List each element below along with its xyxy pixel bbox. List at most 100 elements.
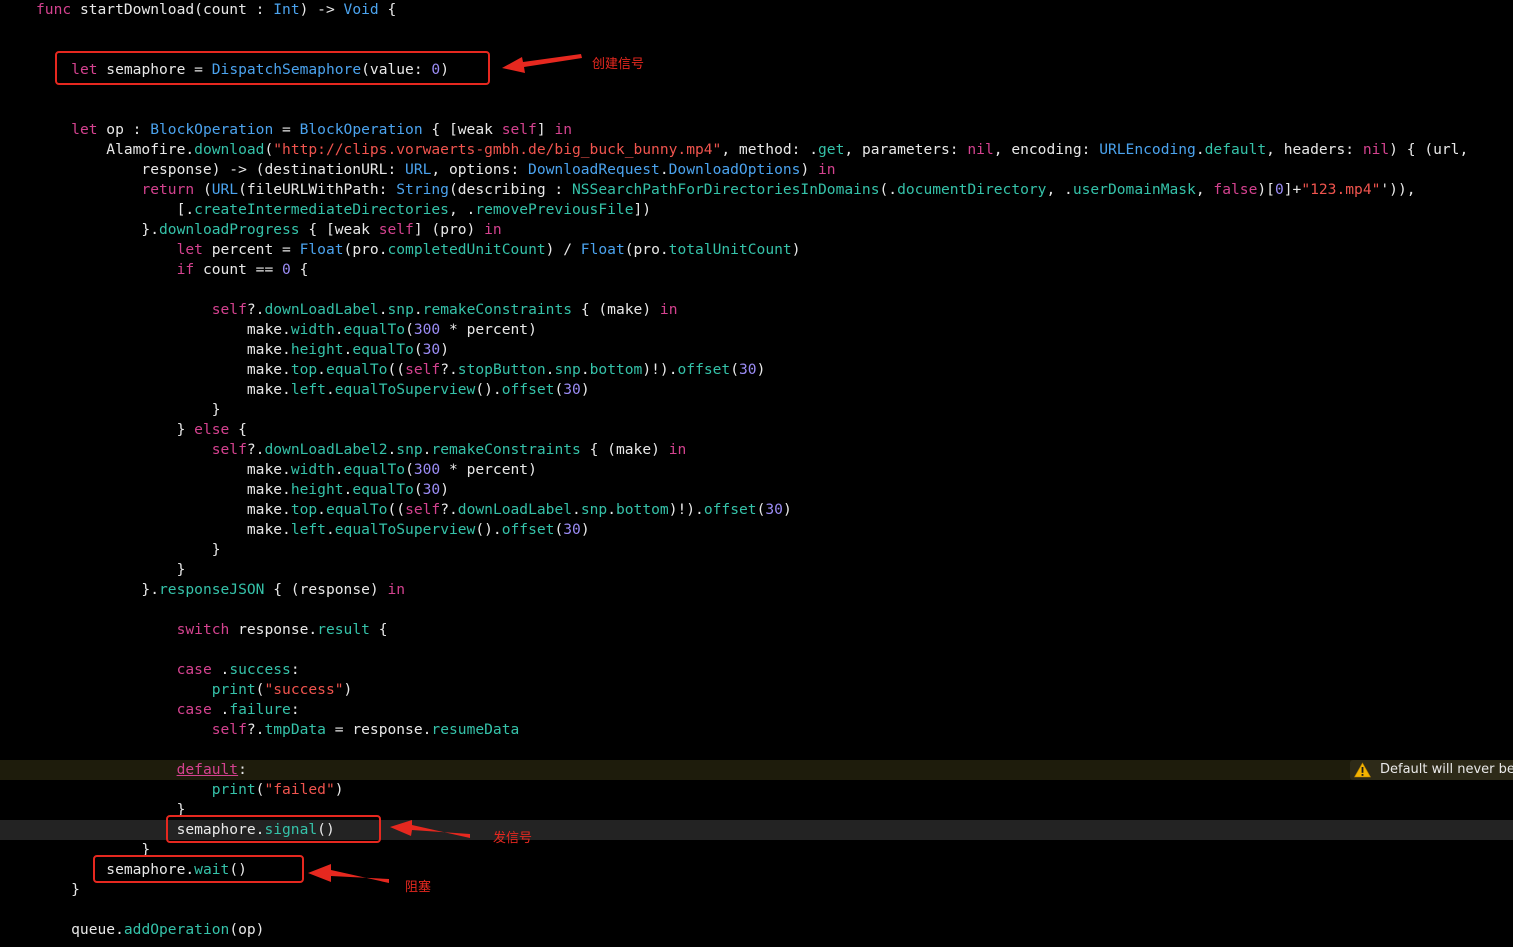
code-token: make. bbox=[36, 321, 291, 338]
code-line[interactable]: default: bbox=[0, 760, 1513, 780]
code-token: equalToSuperview bbox=[334, 381, 476, 398]
code-token: downloadProgress bbox=[159, 221, 300, 238]
code-token: removePreviousFile bbox=[475, 201, 634, 218]
code-token: self bbox=[405, 361, 441, 378]
code-line[interactable]: make.height.equalTo(30) bbox=[0, 340, 1513, 360]
code-line[interactable]: }.responseJSON { (response) in bbox=[0, 580, 1513, 600]
code-line[interactable] bbox=[0, 640, 1513, 660]
code-line[interactable]: make.top.equalTo((self?.stopButton.snp.b… bbox=[0, 360, 1513, 380]
code-token: (. bbox=[879, 181, 898, 198]
code-token: [. bbox=[36, 201, 195, 218]
code-token: { bbox=[378, 1, 397, 18]
code-token: { bbox=[290, 261, 309, 278]
code-token: make. bbox=[36, 481, 291, 498]
code-line[interactable]: make.height.equalTo(30) bbox=[0, 480, 1513, 500]
code-token: 30 bbox=[765, 501, 783, 518]
code-token: in bbox=[818, 161, 836, 178]
code-token: ( bbox=[413, 341, 423, 358]
code-token: self bbox=[211, 441, 247, 458]
code-line[interactable]: switch response.result { bbox=[0, 620, 1513, 640]
code-token: 30 bbox=[422, 481, 441, 498]
code-token: ) bbox=[343, 681, 353, 698]
code-token: } bbox=[36, 561, 186, 578]
code-line[interactable]: [.createIntermediateDirectories, .remove… bbox=[0, 200, 1513, 220]
code-token: equalTo bbox=[343, 461, 406, 478]
code-token: equalTo bbox=[325, 501, 388, 518]
code-token: String bbox=[396, 181, 449, 198]
code-line[interactable]: self?.downLoadLabel.snp.remakeConstraint… bbox=[0, 300, 1513, 320]
code-line[interactable]: queue.addOperation(op) bbox=[0, 920, 1513, 940]
code-line[interactable]: }.downloadProgress { [weak self] (pro) i… bbox=[0, 220, 1513, 240]
code-line[interactable]: make.top.equalTo((self?.downLoadLabel.sn… bbox=[0, 500, 1513, 520]
code-token: in bbox=[554, 121, 573, 138]
code-line[interactable]: Alamofire.download("http://clips.vorwaer… bbox=[0, 140, 1513, 160]
code-token: snp bbox=[580, 501, 608, 518]
code-token: op : bbox=[97, 121, 151, 138]
code-token: offset bbox=[703, 501, 757, 518]
code-line[interactable]: make.width.equalTo(300 * percent) bbox=[0, 320, 1513, 340]
code-token: nil bbox=[967, 141, 994, 158]
wait-arrow-icon bbox=[308, 864, 389, 883]
code-line[interactable]: } bbox=[0, 540, 1513, 560]
code-token: let bbox=[176, 241, 203, 258]
code-line[interactable] bbox=[0, 600, 1513, 620]
code-line[interactable]: } else { bbox=[0, 420, 1513, 440]
code-token: URL bbox=[211, 181, 239, 198]
code-token: . bbox=[413, 301, 423, 318]
code-editor[interactable]: func startDownload(count : Int) -> Void … bbox=[0, 0, 1513, 947]
code-line[interactable]: if count == 0 { bbox=[0, 260, 1513, 280]
code-line[interactable]: print("success") bbox=[0, 680, 1513, 700]
code-token: ( bbox=[554, 521, 564, 538]
code-token: }. bbox=[36, 581, 160, 598]
create-arrow-icon bbox=[502, 54, 582, 73]
code-token: response. bbox=[229, 621, 318, 638]
code-token: . bbox=[580, 361, 590, 378]
code-token: print bbox=[211, 681, 256, 698]
code-token: 30 bbox=[563, 381, 581, 398]
code-token: ) bbox=[440, 481, 450, 498]
code-line[interactable]: case .failure: bbox=[0, 700, 1513, 720]
code-token: nil bbox=[1362, 141, 1390, 158]
code-line[interactable]: } bbox=[0, 400, 1513, 420]
code-line[interactable]: make.left.equalToSuperview().offset(30) bbox=[0, 520, 1513, 540]
code-token: Float bbox=[580, 241, 625, 258]
code-token: { (response) bbox=[264, 581, 388, 598]
code-line[interactable]: make.left.equalToSuperview().offset(30) bbox=[0, 380, 1513, 400]
code-token: ) bbox=[800, 161, 819, 178]
code-line[interactable]: case .success: bbox=[0, 660, 1513, 680]
code-token: height bbox=[290, 341, 344, 358]
code-line[interactable]: } bbox=[0, 560, 1513, 580]
code-line[interactable] bbox=[0, 900, 1513, 920]
code-line[interactable]: func startDownload(count : Int) -> Void … bbox=[0, 0, 1513, 20]
code-token: make. bbox=[36, 341, 291, 358]
code-token: (op) bbox=[229, 921, 265, 938]
code-token: , . bbox=[448, 201, 476, 218]
code-token: stopButton bbox=[457, 361, 546, 378]
code-line[interactable]: self?.tmpData = response.resumeData bbox=[0, 720, 1513, 740]
code-token: make. bbox=[36, 521, 291, 538]
code-line[interactable]: let percent = Float(pro.completedUnitCou… bbox=[0, 240, 1513, 260]
code-token: failure bbox=[229, 701, 291, 718]
code-line[interactable]: } bbox=[0, 880, 1513, 900]
code-token: ] (pro) bbox=[413, 221, 485, 238]
code-token: 300 bbox=[413, 461, 441, 478]
code-token: bottom bbox=[589, 361, 643, 378]
code-line[interactable]: let op : BlockOperation = BlockOperation… bbox=[0, 120, 1513, 140]
warning-badge[interactable]: Default will never be executed bbox=[1350, 760, 1513, 780]
code-token: } bbox=[36, 541, 221, 558]
code-token: 0 bbox=[1274, 181, 1284, 198]
code-line[interactable]: self?.downLoadLabel2.snp.remakeConstrain… bbox=[0, 440, 1513, 460]
code-line[interactable]: response) -> (destinationURL: URL, optio… bbox=[0, 160, 1513, 180]
code-line[interactable]: print("failed") bbox=[0, 780, 1513, 800]
code-line[interactable]: return (URL(fileURLWithPath: String(desc… bbox=[0, 180, 1513, 200]
code-line[interactable]: make.width.equalTo(300 * percent) bbox=[0, 460, 1513, 480]
code-line[interactable] bbox=[0, 100, 1513, 120]
code-line[interactable] bbox=[0, 740, 1513, 760]
code-token: } bbox=[36, 401, 221, 418]
code-line[interactable] bbox=[0, 20, 1513, 40]
code-line[interactable] bbox=[0, 280, 1513, 300]
